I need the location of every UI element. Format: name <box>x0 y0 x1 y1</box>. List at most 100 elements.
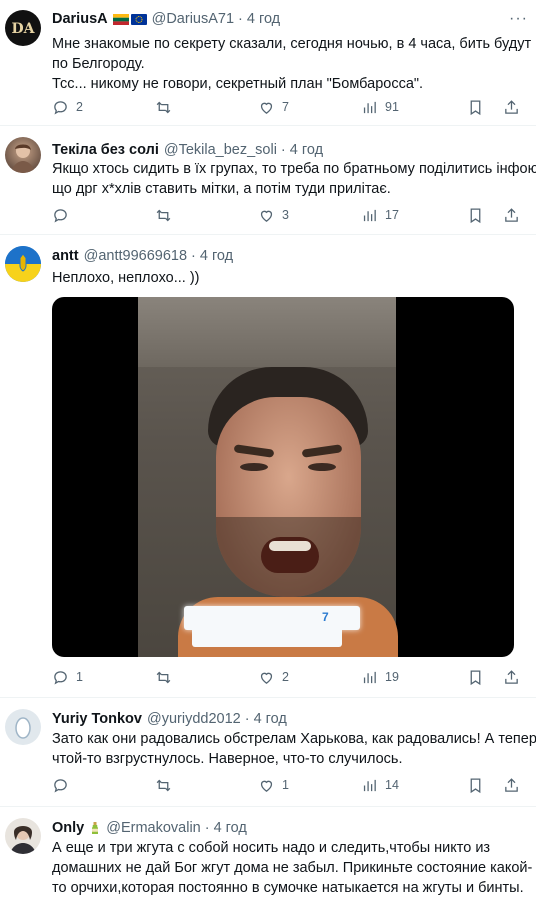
like-button[interactable]: 3 <box>258 207 361 224</box>
views-icon <box>363 101 376 113</box>
views-count: 17 <box>385 208 399 222</box>
views-button[interactable]: 19 <box>361 669 464 686</box>
reply-button[interactable]: 1 <box>52 669 155 686</box>
timestamp[interactable]: 4 год <box>214 820 247 836</box>
views-icon <box>363 779 376 791</box>
bookmark-button[interactable] <box>464 99 486 116</box>
bookmark-icon <box>470 777 480 793</box>
avatar[interactable] <box>5 818 41 854</box>
author-handle[interactable]: @Ermakovalin <box>106 820 201 836</box>
bookmark-button[interactable] <box>464 777 486 794</box>
author-handle[interactable]: @Tekila_bez_soli <box>164 142 277 158</box>
author-name[interactable]: Текіла без солі <box>52 142 159 158</box>
separator-dot: · <box>244 711 250 727</box>
reply-icon <box>54 670 67 684</box>
bookmark-button[interactable] <box>464 669 486 686</box>
reply-icon <box>54 100 67 114</box>
author-name[interactable]: Only <box>52 820 84 836</box>
views-icon <box>363 209 376 221</box>
retweet-button[interactable] <box>155 777 258 794</box>
video-caption-text: 7 <box>322 610 329 624</box>
share-icon <box>504 777 518 792</box>
retweet-icon <box>156 209 171 221</box>
eu-flag-icon <box>130 13 147 25</box>
video-caption-bar <box>192 627 342 647</box>
retweet-button[interactable] <box>155 669 258 686</box>
tweet[interactable]: Yuriy Tonkov @yuriydd2012 · 4 год Зато к… <box>0 699 536 807</box>
retweet-button[interactable] <box>155 207 258 224</box>
views-button[interactable]: 17 <box>361 207 464 224</box>
heart-icon <box>260 102 273 114</box>
views-count: 19 <box>385 670 399 684</box>
views-icon <box>363 671 376 683</box>
like-count: 2 <box>282 670 289 684</box>
timestamp[interactable]: 4 год <box>290 142 323 158</box>
share-button[interactable] <box>500 207 522 224</box>
retweet-icon <box>156 671 171 683</box>
reply-button[interactable]: 2 <box>52 99 155 116</box>
separator-dot: · <box>280 142 286 158</box>
heart-icon <box>260 210 273 222</box>
tweet-text: Зато как они радовались обстрелам Харько… <box>52 729 536 769</box>
author-handle[interactable]: @antt99669618 <box>84 248 187 264</box>
like-button[interactable]: 7 <box>258 99 361 116</box>
like-count: 3 <box>282 208 289 222</box>
bookmark-icon <box>470 669 480 685</box>
tweet[interactable]: DA DariusA @DariusA71 · 4 год ··· Мне зн… <box>0 0 536 126</box>
tweet-text-line: Тсс... никому не говори, секретный план … <box>52 76 424 92</box>
author-name[interactable]: antt <box>52 248 79 264</box>
tweet-text-line: чтой-то взгрустнулось. Наверное, что-то … <box>52 751 403 767</box>
avatar[interactable] <box>5 246 41 282</box>
timestamp[interactable]: 4 год <box>200 248 233 264</box>
views-button[interactable]: 14 <box>361 777 464 794</box>
more-options-icon[interactable]: ··· <box>509 10 528 28</box>
share-icon <box>504 207 518 222</box>
reply-icon <box>54 778 67 792</box>
avatar[interactable] <box>5 709 41 745</box>
heart-icon <box>260 672 273 684</box>
tweet-text-line: Неплохо, неплохо... )) <box>52 270 200 286</box>
share-button[interactable] <box>500 669 522 686</box>
like-button[interactable]: 2 <box>258 669 361 686</box>
like-count: 1 <box>282 778 289 792</box>
tweet[interactable]: Текіла без солі @Tekila_bez_soli · 4 год… <box>0 127 536 235</box>
reply-count: 2 <box>76 100 83 114</box>
video-player[interactable]: 7 <box>52 297 514 657</box>
lithuania-flag-icon <box>112 13 129 25</box>
reply-button[interactable] <box>52 777 155 794</box>
separator-dot: · <box>191 248 196 264</box>
separator-dot: · <box>238 11 243 27</box>
tweet-text-line: домашних не дай Бог жгут дома не забыл. … <box>52 860 533 876</box>
reply-button[interactable] <box>52 207 155 224</box>
avatar[interactable]: DA <box>5 10 41 46</box>
like-button[interactable]: 1 <box>258 777 361 794</box>
retweet-button[interactable] <box>155 99 258 116</box>
bottle-emoji-icon <box>92 822 99 834</box>
share-button[interactable] <box>500 99 522 116</box>
reply-count: 1 <box>76 670 83 684</box>
share-icon <box>504 99 518 114</box>
tweet[interactable]: Only @Ermakovalin · 4 год А еще и три жг… <box>0 808 536 901</box>
bookmark-icon <box>470 99 480 115</box>
tweet-text-line: Мне знакомые по секрету сказали, сегодня… <box>52 36 532 52</box>
author-name[interactable]: DariusA <box>52 11 108 27</box>
separator-dot: · <box>204 820 210 836</box>
tweet[interactable]: antt @antt99669618 · 4 год Неплохо, непл… <box>0 236 536 698</box>
bookmark-button[interactable] <box>464 207 486 224</box>
tweet-text: Мне знакомые по секрету сказали, сегодня… <box>52 34 531 94</box>
video-frame: 7 <box>138 297 398 657</box>
share-icon <box>504 669 518 684</box>
timestamp[interactable]: 4 год <box>254 711 287 727</box>
author-handle[interactable]: @DariusA71 <box>152 11 234 27</box>
author-handle[interactable]: @yuriydd2012 <box>147 711 241 727</box>
author-name[interactable]: Yuriy Tonkov <box>52 711 142 727</box>
timestamp[interactable]: 4 год <box>247 11 280 27</box>
tweet-text-line: що дрг х*хлів ставить мітки, а потім туд… <box>52 181 391 197</box>
tweet-text-line: то орчихи,которая постоянно в сумочке на… <box>52 880 524 896</box>
tweet-text: Якщо хтось сидить в їх групах, то треба … <box>52 159 536 199</box>
bookmark-icon <box>470 207 480 223</box>
views-button[interactable]: 91 <box>361 99 464 116</box>
avatar[interactable] <box>5 137 41 173</box>
tweet-text-line: Якщо хтось сидить в їх групах, то треба … <box>52 161 536 177</box>
share-button[interactable] <box>500 777 522 794</box>
